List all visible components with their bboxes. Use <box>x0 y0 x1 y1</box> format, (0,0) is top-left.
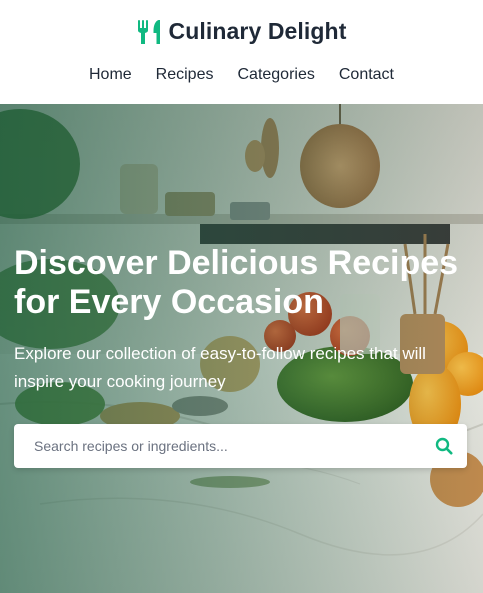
hero-subtitle: Explore our collection of easy-to-follow… <box>14 344 426 391</box>
nav-contact-link[interactable]: Contact <box>339 66 394 84</box>
brand-name: Culinary Delight <box>168 18 347 44</box>
search-bar <box>14 424 467 468</box>
nav-home-link[interactable]: Home <box>89 66 132 84</box>
search-input[interactable] <box>14 424 419 468</box>
search-icon <box>435 437 453 455</box>
main-nav: Home Recipes Categories Contact <box>0 66 483 84</box>
site-header: Culinary Delight Home Recipes Categories… <box>0 0 483 104</box>
hero-section: Discover Delicious Recipes for Every Occ… <box>0 104 483 593</box>
nav-recipes-link[interactable]: Recipes <box>156 66 214 84</box>
utensils-icon <box>137 19 160 44</box>
nav-categories-link[interactable]: Categories <box>237 66 314 84</box>
search-button[interactable] <box>427 430 461 462</box>
brand[interactable]: Culinary Delight <box>0 18 483 45</box>
hero-title: Discover Delicious Recipes for Every Occ… <box>14 244 459 321</box>
